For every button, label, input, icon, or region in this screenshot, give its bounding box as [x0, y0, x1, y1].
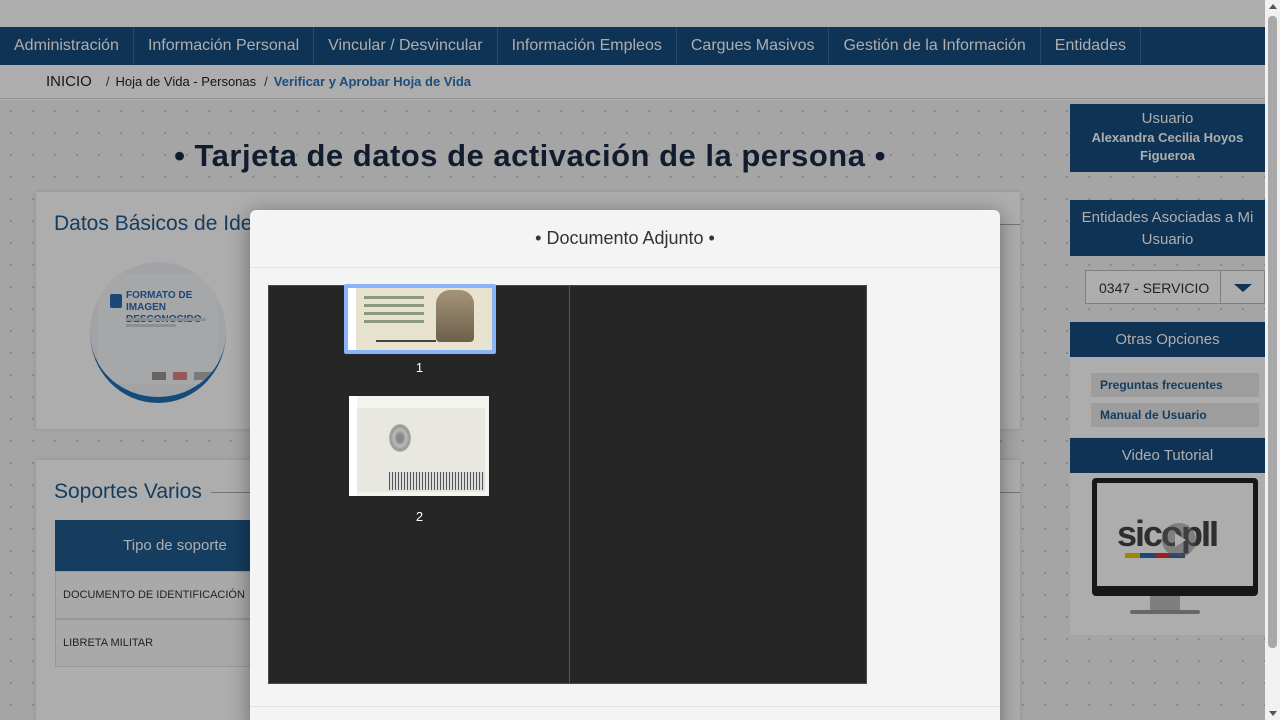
scrollbar-thumb[interactable] [1268, 16, 1277, 648]
page-thumbnail-1[interactable] [344, 284, 496, 354]
page-number-1: 1 [415, 360, 424, 375]
thumbnail-sidebar: 1 2 [269, 284, 570, 683]
modal-footer-divider [250, 706, 1000, 707]
page-number-2: 2 [415, 509, 424, 524]
barcode [389, 472, 485, 490]
pdf-viewer: 1 2 [268, 284, 867, 684]
fingerprint-icon [389, 424, 411, 452]
documento-adjunto-modal: • Documento Adjunto • 1 2 [250, 210, 1000, 720]
scroll-up-icon[interactable] [1269, 4, 1277, 9]
signature [376, 334, 436, 342]
scroll-down-icon[interactable] [1269, 711, 1277, 716]
id-photo [436, 290, 474, 342]
page-scrollbar[interactable] [1265, 0, 1280, 720]
page-thumbnail-2[interactable] [349, 396, 489, 496]
modal-title: • Documento Adjunto • [250, 210, 1000, 268]
